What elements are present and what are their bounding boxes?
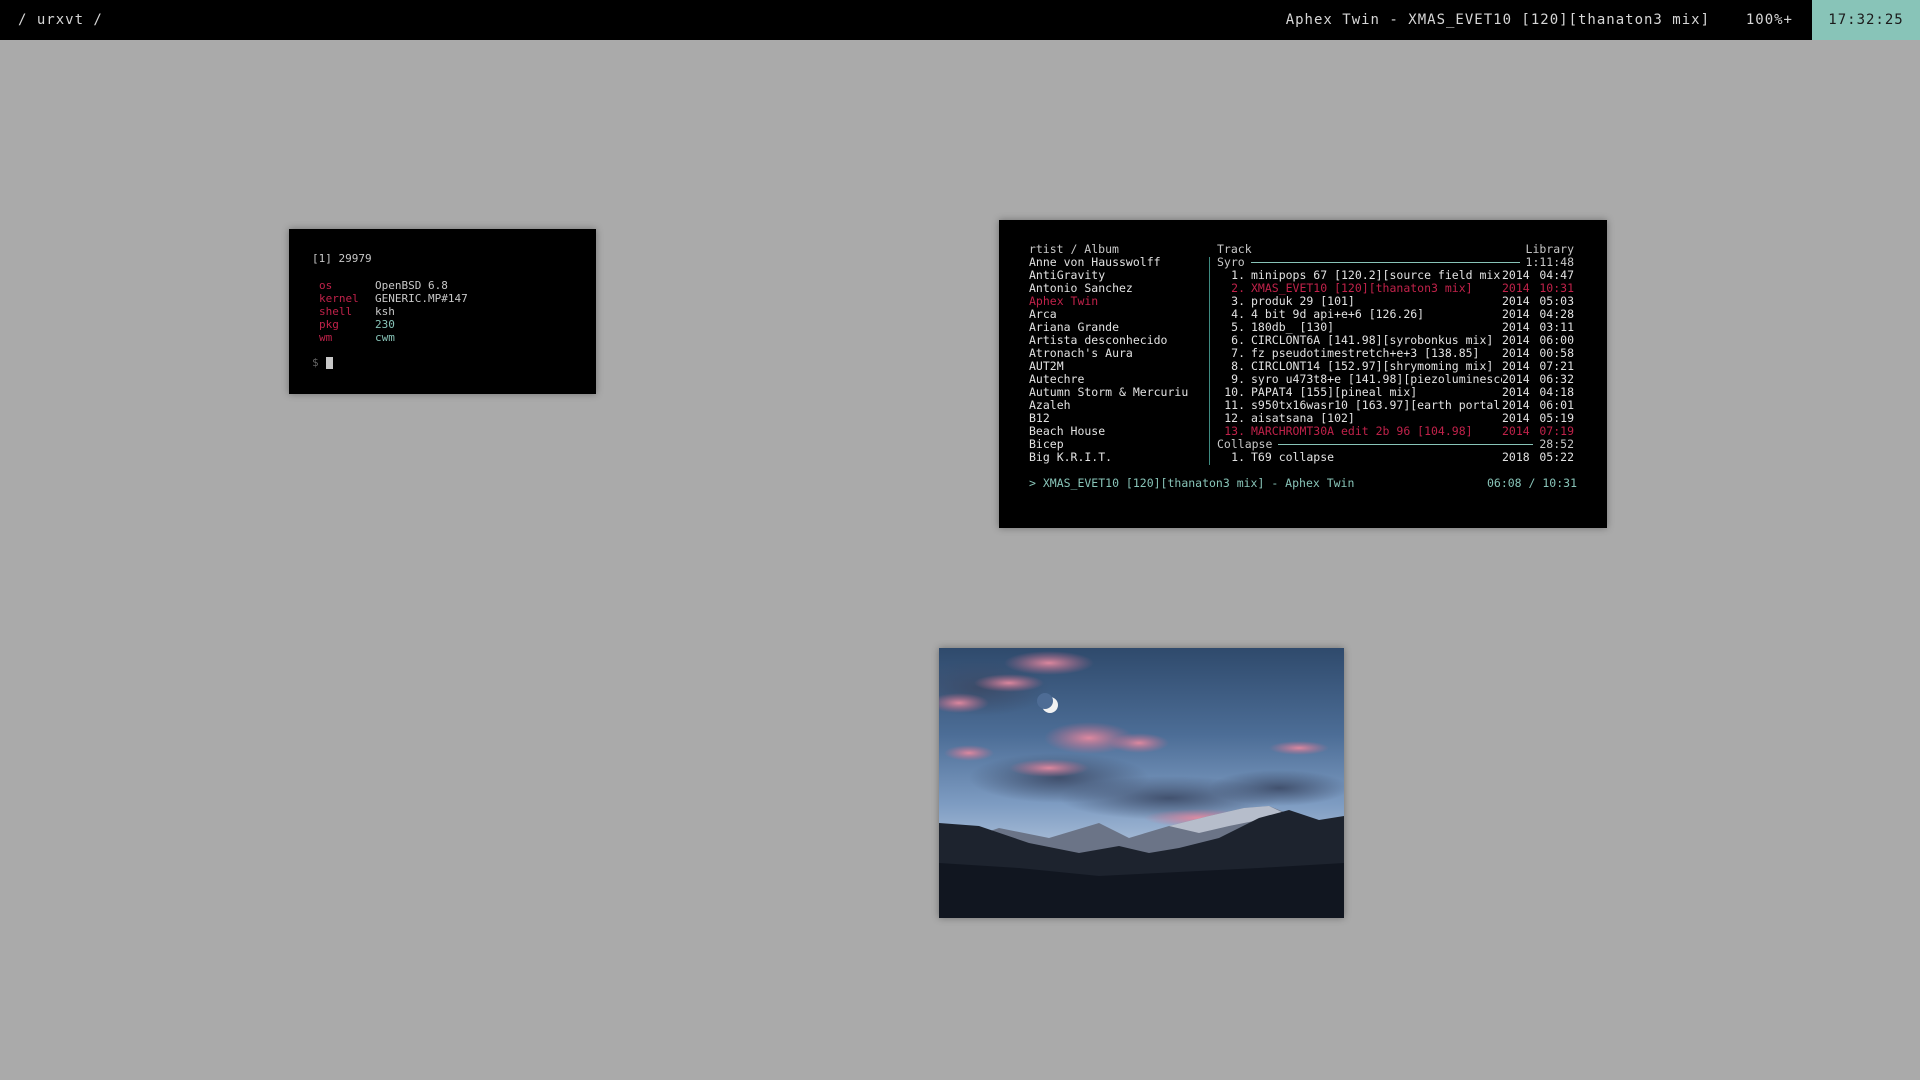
track-title: 1. T69 collapse <box>1217 451 1502 464</box>
track-title: 12. aisatsana [102] <box>1217 412 1502 425</box>
track-title-text: 180db_ [130] <box>1251 321 1335 334</box>
track-year: 2018 <box>1502 450 1530 464</box>
track-number: 5. <box>1231 321 1245 334</box>
track-list-header: Track Library <box>1217 243 1574 256</box>
now-playing-label: Aphex Twin - XMAS_EVET10 [120][thanaton3… <box>1285 12 1710 28</box>
album-rule <box>1278 444 1534 445</box>
artist-item[interactable]: Big K.R.I.T. <box>1029 451 1199 464</box>
track-number: 9. <box>1231 373 1245 386</box>
info-key: pkg <box>319 318 339 331</box>
track-row[interactable]: 1. T69 collapse 2018 05:22 <box>1217 451 1574 464</box>
track-number: 1. <box>1231 451 1245 464</box>
track-number: 3. <box>1231 295 1245 308</box>
track-title: 1. minipops 67 [120.2][source field mix] <box>1217 269 1502 282</box>
info-key: kernel <box>319 292 359 305</box>
music-player-window[interactable]: Artist / Album Anne von Hausswolff AntiGr… <box>999 220 1607 528</box>
info-row-shell: shell ksh <box>319 305 468 318</box>
album-name: Syro <box>1217 255 1245 269</box>
info-value: 230 <box>375 318 395 331</box>
track-title-text: minipops 67 [120.2][source field mix] <box>1251 269 1502 282</box>
track-number: 6. <box>1231 334 1245 347</box>
info-key: wm <box>319 331 333 344</box>
track-title-text: syro u473t8+e [141.98][piezoluminescence… <box>1251 373 1502 386</box>
track-title-text: fz pseudotimestretch+e+3 [138.85] <box>1251 347 1480 360</box>
track-title-text: T69 collapse <box>1251 451 1335 464</box>
track-title-text: s950tx16wasr10 [163.97][earth portal mix… <box>1251 399 1502 412</box>
info-key: os <box>319 279 333 292</box>
track-number: 10. <box>1224 386 1245 399</box>
track-number: 1. <box>1231 269 1245 282</box>
track-title-text: MARCHROMT30A edit 2b 96 [104.98] <box>1251 425 1473 438</box>
artist-list[interactable]: Artist / Album Anne von Hausswolff AntiGr… <box>1029 243 1199 464</box>
workspace-label[interactable]: / urxvt / <box>18 12 103 28</box>
track-title: 6. CIRCLONT6A [141.98][syrobonkus mix] <box>1217 334 1502 347</box>
image-viewer-window[interactable] <box>939 648 1344 918</box>
track-duration: 05:22 <box>1539 450 1574 464</box>
track-number: 7. <box>1231 347 1245 360</box>
track-title-text: CIRCLONT14 [152.97][shrymoming mix] <box>1251 360 1494 373</box>
info-value: ksh <box>375 305 395 318</box>
info-row-pkg: pkg 230 <box>319 318 468 331</box>
info-row-os: os OpenBSD 6.8 <box>319 279 468 292</box>
track-title: 5. 180db_ [130] <box>1217 321 1502 334</box>
info-key: shell <box>319 305 353 318</box>
info-value: GENERIC.MP#147 <box>375 292 468 305</box>
track-title: 9. syro u473t8+e [141.98][piezoluminescen… <box>1217 373 1502 386</box>
info-row-kernel: kernel GENERIC.MP#147 <box>319 292 468 305</box>
volume-indicator[interactable]: 100%+ <box>1746 12 1793 28</box>
track-title: 8. CIRCLONT14 [152.97][shrymoming mix] <box>1217 360 1502 373</box>
info-row-wm: wm cwm <box>319 331 468 344</box>
info-value: OpenBSD 6.8 <box>375 279 448 292</box>
track-title: 3. produk 29 [101] <box>1217 295 1502 308</box>
system-info: os OpenBSD 6.8 kernel GENERIC.MP#147 shell ks… <box>319 279 468 344</box>
track-title: 11. s950tx16wasr10 [163.97][earth portal … <box>1217 399 1502 412</box>
text-cursor <box>325 356 333 369</box>
track-title: 4. 4 bit 9d api+e+6 [126.26] <box>1217 308 1502 321</box>
job-line: [1] 29979 <box>312 252 372 265</box>
track-title: 7. fz pseudotimestretch+e+3 [138.85] <box>1217 347 1502 360</box>
pane-divider <box>1209 257 1210 465</box>
top-bar: / urxvt / Aphex Twin - XMAS_EVET10 [120]… <box>0 0 1920 40</box>
status-line: > XMAS_EVET10 [120][thanaton3 mix] - Aph… <box>1029 476 1577 490</box>
track-title-text: produk 29 [101] <box>1251 295 1355 308</box>
artist-item[interactable]: Azaleh <box>1029 399 1199 412</box>
clock: 17:32:25 <box>1812 0 1920 40</box>
info-value: cwm <box>375 331 395 344</box>
track-year: 2014 <box>1502 424 1530 438</box>
track-number: 12. <box>1224 412 1245 425</box>
album-rule <box>1250 262 1520 263</box>
track-number: 4. <box>1231 308 1245 321</box>
track-title-text: aisatsana [102] <box>1251 412 1355 425</box>
mountain-landscape-image <box>939 651 1344 918</box>
terminal-window[interactable]: [1] 29979 os OpenBSD 6.8 kernel GENERIC.MP#… <box>289 229 596 394</box>
track-header: Track <box>1217 243 1252 256</box>
track-number: 11. <box>1224 399 1245 412</box>
prompt-line[interactable]: $ <box>312 356 333 369</box>
track-number: 2. <box>1231 282 1245 295</box>
track-title: 2. XMAS_EVET10 [120][thanaton3 mix] <box>1217 282 1502 295</box>
prompt-symbol: $ <box>312 356 319 369</box>
track-title: 10. PAPAT4 [155][pineal mix] <box>1217 386 1502 399</box>
album-name: Collapse <box>1217 437 1273 451</box>
track-title-text: CIRCLONT6A [141.98][syrobonkus mix] <box>1251 334 1494 347</box>
track-title-text: PAPAT4 [155][pineal mix] <box>1251 386 1418 399</box>
track-title-text: XMAS_EVET10 [120][thanaton3 mix] <box>1251 282 1473 295</box>
status-position: 06:08 / 10:31 <box>1486 476 1577 490</box>
track-list[interactable]: Track Library Syro 1:11:48 1. minipops 67 [… <box>1217 243 1574 464</box>
track-title-text: 4 bit 9d api+e+6 [126.26] <box>1251 308 1425 321</box>
status-now-playing: > XMAS_EVET10 [120][thanaton3 mix] - Aph… <box>1029 476 1355 490</box>
track-number: 8. <box>1231 360 1245 373</box>
